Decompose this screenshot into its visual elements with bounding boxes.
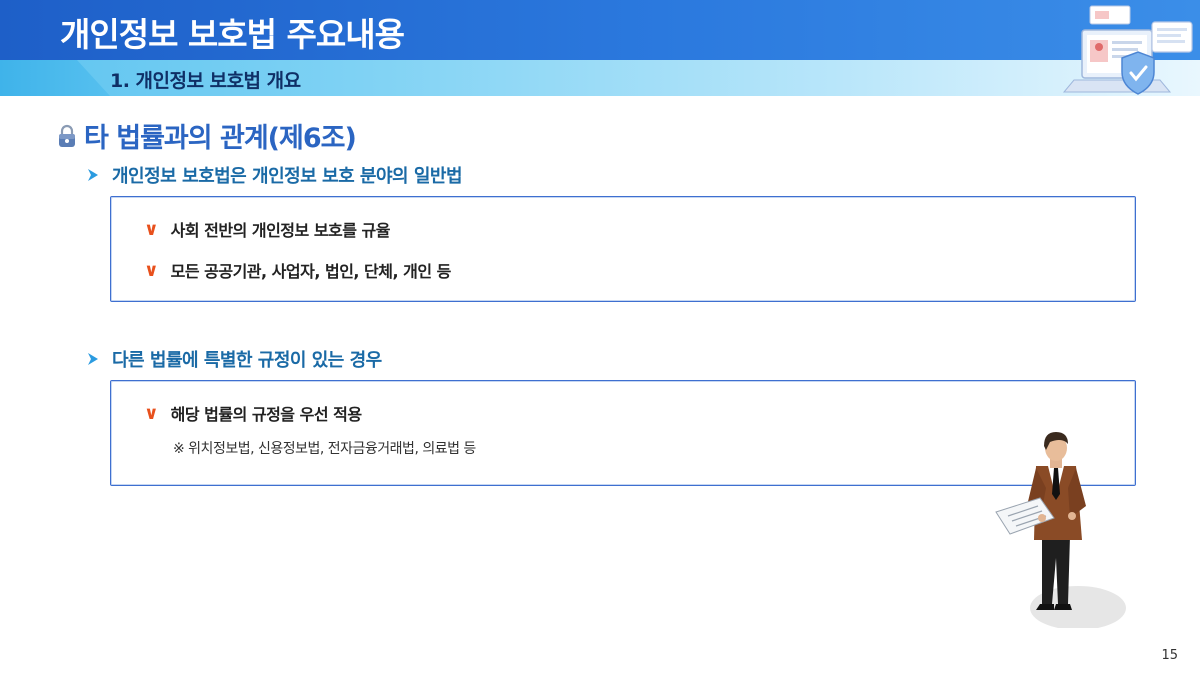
check-item: ∨ 모든 공공기관, 사업자, 법인, 단체, 개인 등 xyxy=(144,258,451,282)
page-number: 15 xyxy=(1161,648,1178,663)
check-item: ∨ 사회 전반의 개인정보 보호를 규율 xyxy=(144,217,391,241)
bullet-heading-2: 다른 법률에 특별한 규정이 있는 경우 xyxy=(86,346,382,372)
bullet-heading-text: 다른 법률에 특별한 규정이 있는 경우 xyxy=(112,350,382,371)
check-item-text: 모든 공공기관, 사업자, 법인, 단체, 개인 등 xyxy=(170,262,452,281)
check-item: ∨ 해당 법률의 규정을 우선 적용 xyxy=(144,401,362,425)
content-box-2: ∨ 해당 법률의 규정을 우선 적용 ※ 위치정보법, 신용정보법, 전자금융거… xyxy=(110,380,1136,486)
check-item-text: 사회 전반의 개인정보 보호를 규율 xyxy=(170,221,391,240)
check-item-text: 해당 법률의 규정을 우선 적용 xyxy=(170,405,362,424)
laptop-shield-illustration xyxy=(1062,5,1193,95)
page-subtitle: 1. 개인정보 보호법 개요 xyxy=(110,70,301,92)
checkmark-icon: ∨ xyxy=(144,218,159,240)
chevron-right-icon xyxy=(88,353,98,365)
chevron-right-icon xyxy=(88,169,98,181)
bullet-heading-text: 개인정보 보호법은 개인정보 보호 분야의 일반법 xyxy=(112,166,463,187)
businessman-illustration xyxy=(995,432,1126,628)
section-title-text: 타 법률과의 관계(제6조) xyxy=(84,123,357,154)
bullet-heading-1: 개인정보 보호법은 개인정보 보호 분야의 일반법 xyxy=(86,162,463,188)
content-box-1: ∨ 사회 전반의 개인정보 보호를 규율 ∨ 모든 공공기관, 사업자, 법인,… xyxy=(110,196,1136,302)
section-title: 타 법률과의 관계(제6조) xyxy=(58,116,357,155)
checkmark-icon: ∨ xyxy=(144,259,159,281)
page-title: 개인정보 보호법 주요내용 xyxy=(60,15,405,54)
lock-icon xyxy=(59,124,75,147)
checkmark-icon: ∨ xyxy=(144,402,159,424)
note-text: ※ 위치정보법, 신용정보법, 전자금융거래법, 의료법 등 xyxy=(173,441,476,457)
